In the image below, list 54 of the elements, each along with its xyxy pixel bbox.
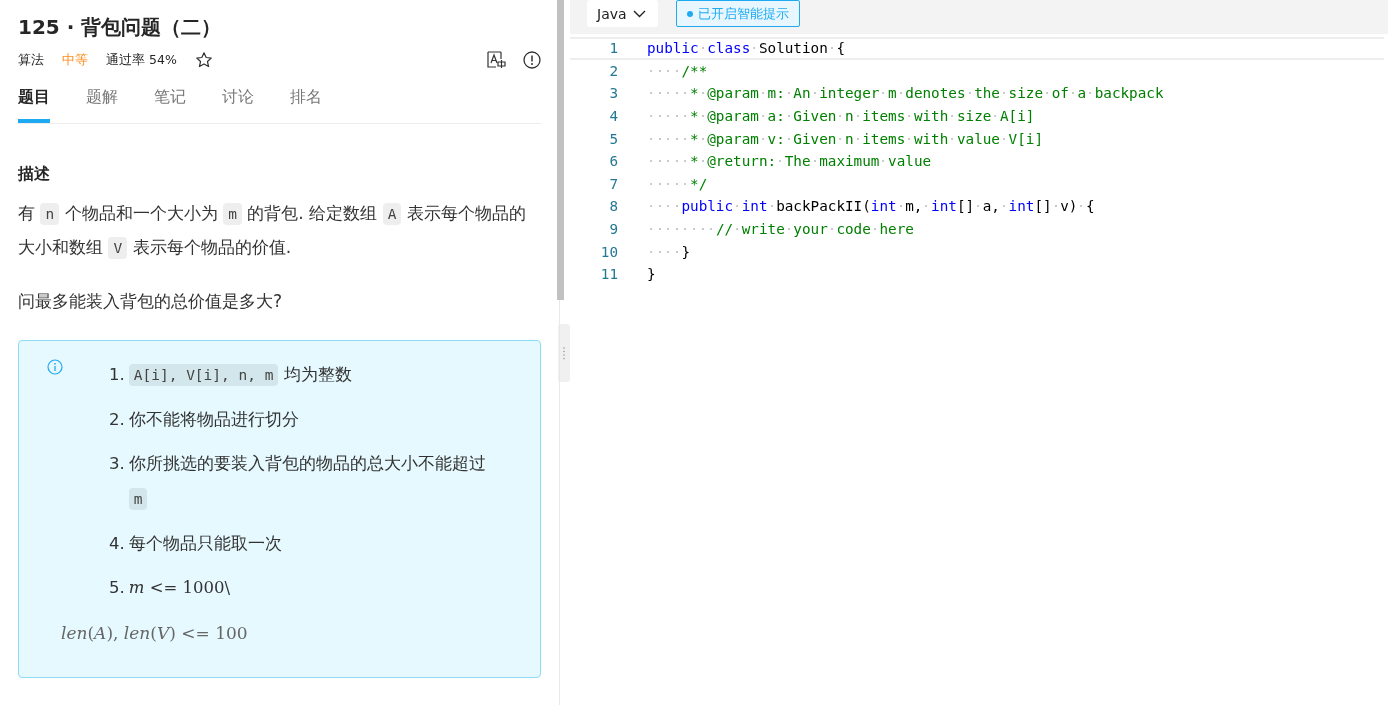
note-text: 你所挑选的要装入背包的物品的总大小不能超过 m — [128, 446, 486, 517]
star-icon[interactable] — [194, 51, 213, 69]
description-text: 有 n 个物品和一个大小为 m 的背包. 给定数组 A 表示每个物品的大小和数组 V 表示每个物品的价值. — [18, 202, 527, 261]
info-icon — [47, 359, 63, 375]
line-number: 1 — [608, 40, 619, 57]
line-number: 5 — [608, 130, 619, 147]
code-line: * @param m: An integer m denotes the size of a backpack — [647, 85, 1164, 102]
line-number: 3 — [608, 85, 619, 102]
code-line: /** — [647, 62, 708, 79]
line-number: 9 — [608, 221, 619, 238]
note-text: m <= 1000\ — [128, 577, 231, 599]
code-line: public class Solution { — [647, 40, 845, 57]
chevron-down-icon — [632, 9, 646, 18]
difficulty-label: 中等 — [62, 51, 88, 69]
pass-rate: 通过率 54% — [106, 51, 177, 69]
list-number: 5. — [109, 577, 125, 599]
code-line: * @param v: Given n items with value V[i] — [647, 130, 1044, 147]
resize-handle[interactable] — [558, 323, 570, 382]
language-select[interactable]: Java — [587, 0, 658, 27]
scrollbar[interactable] — [557, 0, 564, 300]
problem-title: 125 · 背包问题（二） — [18, 14, 223, 41]
code-line: */ — [647, 175, 708, 192]
translate-icon[interactable] — [487, 51, 507, 69]
list-number: 3. — [109, 453, 125, 475]
note-text: A[i], V[i], n, m 均为整数 — [128, 357, 352, 393]
tab[interactable]: 题解 — [86, 83, 118, 123]
list-number: 2. — [109, 409, 125, 431]
description-text: 问最多能装入背包的总价值是多大? — [18, 290, 284, 313]
note-text: 每个物品只能取一次 — [128, 533, 282, 555]
line-number: 6 — [608, 153, 619, 170]
category-label: 算法 — [18, 51, 44, 69]
line-number: 10 — [599, 243, 619, 260]
list-number: 4. — [109, 533, 125, 555]
code-line: * @return: The maximum value — [647, 153, 932, 170]
code-line: * @param a: Given n items with size A[i] — [647, 108, 1035, 125]
code-line: // write your code here — [647, 221, 914, 238]
list-number: 1. — [109, 364, 125, 386]
tab[interactable]: 笔记 — [154, 83, 186, 123]
line-number: 2 — [608, 62, 619, 79]
code-line: } — [647, 266, 656, 283]
smart-hint-toggle[interactable]: 已开启智能提示 — [675, 0, 800, 27]
line-number: 4 — [608, 108, 619, 125]
info-icon[interactable] — [523, 51, 541, 69]
code-line: public int backPackII(int m, int[] a, int[] v) { — [647, 198, 1095, 215]
tab[interactable]: 排名 — [290, 83, 322, 123]
line-number: 8 — [608, 198, 619, 215]
section-title: 描述 — [18, 164, 51, 185]
note-text: 你不能将物品进行切分 — [128, 409, 299, 431]
line-number: 11 — [599, 266, 619, 283]
tab[interactable]: 讨论 — [222, 83, 254, 123]
code-line: } — [647, 243, 691, 260]
line-number: 7 — [608, 175, 619, 192]
tab[interactable]: 题目 — [18, 83, 50, 123]
formula-text: len(A), len(V) <= 100 — [61, 623, 249, 643]
